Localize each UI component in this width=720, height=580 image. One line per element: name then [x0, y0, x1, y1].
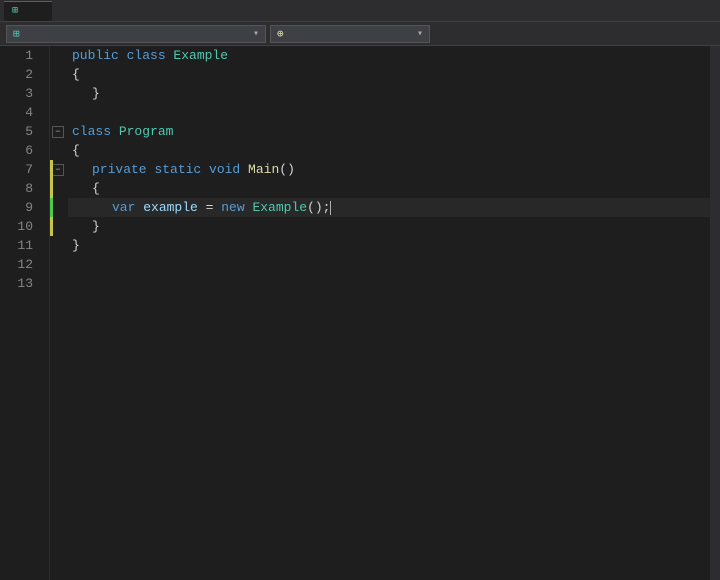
- member-icon: ⊕: [277, 27, 284, 41]
- code-line: {: [68, 179, 710, 198]
- tab-close-button[interactable]: [30, 4, 44, 18]
- margin-line: [50, 65, 68, 84]
- token-punc: (): [279, 160, 295, 179]
- token-type: Example: [252, 198, 307, 217]
- collapse-button[interactable]: −: [52, 126, 64, 138]
- margin-line: [50, 179, 68, 198]
- line-number: 12: [0, 255, 41, 274]
- editor[interactable]: 12345678910111213 −− public class Exampl…: [0, 46, 720, 580]
- token-punc: }: [92, 84, 100, 103]
- margin-line: [50, 236, 68, 255]
- line-number: 4: [0, 103, 41, 122]
- margin-line: −: [50, 122, 68, 141]
- namespace-chevron-icon: [253, 28, 259, 40]
- token-kw: void: [209, 160, 248, 179]
- collapse-button[interactable]: −: [52, 164, 64, 176]
- code-line: var example = new Example();: [68, 198, 710, 217]
- code-line: }: [68, 217, 710, 236]
- token-type: Example: [173, 46, 228, 65]
- file-tab-icon: ⊞: [12, 5, 18, 17]
- token-kw: class: [72, 122, 119, 141]
- line-number: 7: [0, 160, 41, 179]
- code-line: public class Example: [68, 46, 710, 65]
- margin-area: −−: [50, 46, 68, 580]
- token-punc: }: [72, 236, 80, 255]
- code-line: private static void Main(): [68, 160, 710, 179]
- line-number: 1: [0, 46, 41, 65]
- line-number: 13: [0, 274, 41, 293]
- token-identifier: example: [143, 198, 198, 217]
- code-line: {: [68, 65, 710, 84]
- margin-line: [50, 198, 68, 217]
- title-bar: ⊞: [0, 0, 720, 22]
- token-op: =: [198, 198, 221, 217]
- code-line: [68, 255, 710, 274]
- code-line: }: [68, 236, 710, 255]
- token-method: Main: [248, 160, 279, 179]
- code-line: }: [68, 84, 710, 103]
- namespace-dropdown[interactable]: ⊞: [6, 25, 266, 43]
- code-line: [68, 274, 710, 293]
- token-punc: ();: [307, 198, 330, 217]
- margin-line: [50, 84, 68, 103]
- code-line: class Program: [68, 122, 710, 141]
- nav-bar: ⊞ ⊕: [0, 22, 720, 46]
- file-tab[interactable]: ⊞: [4, 1, 52, 21]
- line-number: 3: [0, 84, 41, 103]
- line-number: 11: [0, 236, 41, 255]
- margin-line: −: [50, 160, 68, 179]
- member-dropdown[interactable]: ⊕: [270, 25, 430, 43]
- token-kw: class: [127, 46, 174, 65]
- line-number: 2: [0, 65, 41, 84]
- margin-line: [50, 217, 68, 236]
- line-numbers: 12345678910111213: [0, 46, 50, 580]
- token-punc: {: [72, 141, 80, 160]
- text-cursor: [330, 201, 331, 215]
- token-kw: public: [72, 46, 127, 65]
- line-number: 10: [0, 217, 41, 236]
- scrollbar[interactable]: [710, 46, 720, 580]
- token-kw: static: [154, 160, 209, 179]
- line-number: 5: [0, 122, 41, 141]
- token-kw: var: [112, 198, 143, 217]
- line-number: 9: [0, 198, 41, 217]
- code-line: {: [68, 141, 710, 160]
- line-number: 8: [0, 179, 41, 198]
- margin-line: [50, 274, 68, 293]
- member-chevron-icon: [417, 28, 423, 40]
- token-punc: {: [72, 65, 80, 84]
- code-area[interactable]: public class Example{}class Program{priv…: [68, 46, 710, 580]
- margin-line: [50, 103, 68, 122]
- line-number: 6: [0, 141, 41, 160]
- margin-line: [50, 46, 68, 65]
- code-line: [68, 103, 710, 122]
- margin-line: [50, 255, 68, 274]
- namespace-icon: ⊞: [13, 27, 20, 41]
- token-punc: }: [92, 217, 100, 236]
- token-punc: {: [92, 179, 100, 198]
- token-type: Program: [119, 122, 174, 141]
- token-kw: private: [92, 160, 154, 179]
- margin-line: [50, 141, 68, 160]
- token-kw: new: [221, 198, 252, 217]
